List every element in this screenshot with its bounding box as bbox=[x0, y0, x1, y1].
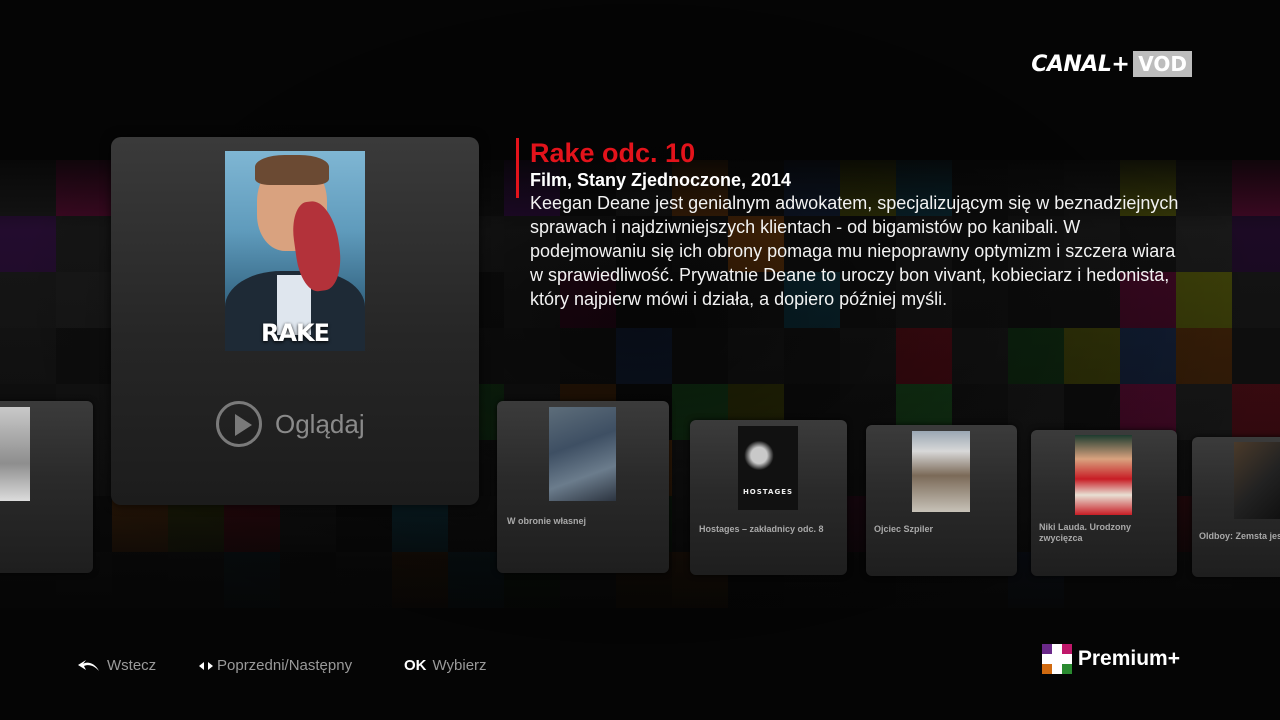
carousel-thumb-2: HOSTAGES bbox=[738, 426, 798, 510]
carousel-thumb-1 bbox=[549, 407, 616, 501]
program-title: Rake odc. 10 bbox=[530, 138, 696, 168]
premium-plus-icon bbox=[1041, 644, 1072, 674]
poster-title: RAKE bbox=[260, 319, 330, 347]
carousel-title-1: W obronie własnej bbox=[507, 516, 587, 526]
featured-poster: RAKE bbox=[225, 151, 365, 351]
back-hint[interactable]: Wstecz bbox=[77, 657, 156, 674]
carousel-title-3: Ojciec Szpiler bbox=[874, 524, 934, 534]
premium-label: Premium+ bbox=[1077, 647, 1180, 670]
carousel-item-1[interactable]: W obronie własnej bbox=[497, 401, 669, 573]
premium-package: Premium+ bbox=[1041, 644, 1180, 674]
details-panel: Rake odc. 10 Film, Stany Zjednoczone, 20… bbox=[516, 137, 1196, 311]
watch-label: Oglądaj bbox=[275, 408, 365, 439]
left-right-arrows-icon bbox=[199, 661, 213, 670]
prevnext-label: Poprzedni/Następny bbox=[217, 657, 353, 674]
featured-card[interactable]: RAKE Oglądaj bbox=[111, 137, 479, 505]
back-label: Wstecz bbox=[107, 657, 157, 674]
carousel-item-5[interactable]: Oldboy: Zemsta jest c bbox=[1192, 437, 1280, 577]
vod-badge: VOD bbox=[1133, 51, 1192, 77]
carousel-title-5: Oldboy: Zemsta jest c bbox=[1199, 531, 1280, 541]
carousel-item-0[interactable] bbox=[0, 401, 93, 573]
carousel-thumb-3 bbox=[912, 431, 970, 512]
ok-hint[interactable]: OK Wybierz bbox=[404, 657, 487, 674]
carousel-title-4: Niki Lauda. Urodzony zwycięzca bbox=[1039, 522, 1132, 543]
footer-hints: Wstecz Poprzedni/Następny OK Wybierz Pre… bbox=[0, 644, 1280, 682]
program-description: Keegan Deane jest genialnym adwokatem, s… bbox=[530, 193, 1179, 309]
back-arrow-icon bbox=[78, 659, 99, 671]
carousel-thumb-5 bbox=[1234, 442, 1280, 519]
watch-button[interactable]: Oglądaj bbox=[216, 401, 365, 447]
ok-key: OK bbox=[404, 657, 427, 674]
accent-bar bbox=[516, 138, 519, 198]
canal-vod-logo: CANAL+ VOD bbox=[1031, 51, 1192, 77]
carousel-thumb-4 bbox=[1075, 435, 1132, 515]
prevnext-hint[interactable]: Poprzedni/Następny bbox=[199, 657, 352, 674]
ok-label: Wybierz bbox=[432, 657, 487, 674]
carousel-item-4[interactable]: Niki Lauda. Urodzony zwycięzca bbox=[1031, 430, 1177, 576]
carousel-thumb-0 bbox=[0, 407, 30, 501]
program-meta: Film, Stany Zjednoczone, 2014 bbox=[530, 170, 792, 190]
hostages-poster-text: HOSTAGES bbox=[742, 488, 794, 496]
carousel-title-2: Hostages – zakładnicy odc. 8 bbox=[699, 524, 824, 534]
poster-hair bbox=[255, 155, 329, 185]
canal-logo-text: CANAL+ bbox=[1031, 51, 1130, 77]
carousel-item-3[interactable]: Ojciec Szpiler bbox=[866, 425, 1017, 576]
carousel-item-2[interactable]: HOSTAGES Hostages – zakładnicy odc. 8 bbox=[690, 420, 847, 575]
play-icon bbox=[216, 401, 262, 447]
